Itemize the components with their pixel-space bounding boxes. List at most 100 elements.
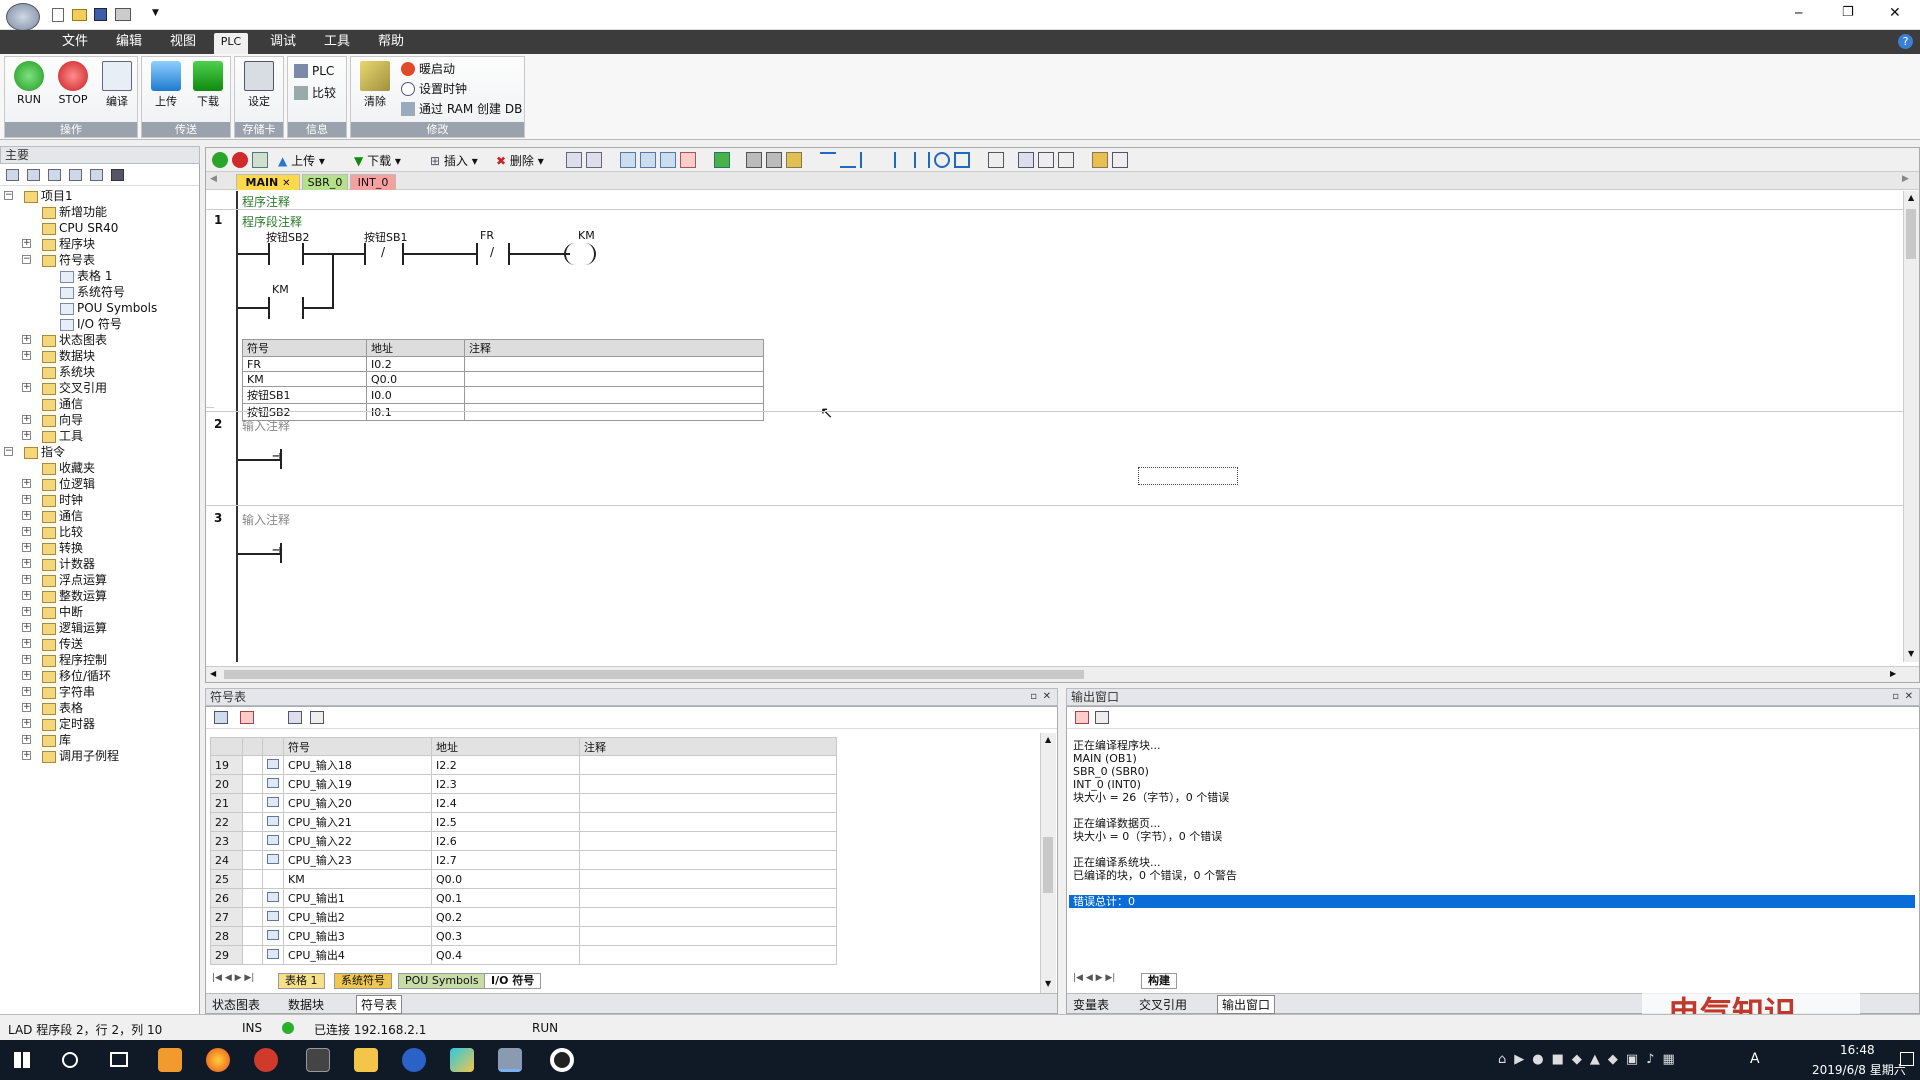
comment-cell[interactable]	[579, 850, 837, 870]
output-line-selected[interactable]: 错误总计：0	[1069, 895, 1915, 908]
tree-tool-icon[interactable]	[90, 169, 103, 181]
expand-icon[interactable]: +	[22, 527, 31, 536]
protect-icon[interactable]	[766, 152, 782, 168]
new-file-icon[interactable]	[52, 8, 64, 22]
app-logo-icon[interactable]	[6, 3, 40, 31]
tree-item[interactable]: + 计数器	[0, 556, 95, 572]
expand-icon[interactable]: +	[22, 415, 31, 424]
address-cell[interactable]: Q0.0	[431, 869, 580, 889]
insert-button[interactable]: ⊞ 插入 ▾	[430, 152, 478, 169]
icon-cell[interactable]	[262, 755, 284, 775]
symbol-cell[interactable]: KM	[283, 869, 432, 889]
icon-cell[interactable]	[242, 774, 263, 794]
icon-cell[interactable]	[242, 850, 263, 870]
symbol-cell[interactable]: CPU_输出2	[283, 907, 432, 927]
upload-button[interactable]: ▲ 上传 ▾	[278, 152, 325, 169]
tree-item[interactable]: + 转换	[0, 540, 83, 556]
tree-item[interactable]: + 整数运算	[0, 588, 107, 604]
plc-info-button[interactable]: PLC	[294, 61, 334, 81]
address-cell[interactable]: I2.6	[431, 831, 580, 851]
expand-icon[interactable]: +	[22, 671, 31, 680]
box-icon[interactable]	[988, 152, 1004, 168]
address-cell[interactable]: I2.2	[431, 755, 580, 775]
panel-pin-icon[interactable]: ▫	[1030, 689, 1037, 705]
editor-horizontal-scrollbar[interactable]: ◀ ▶	[206, 666, 1919, 682]
taskbar-app-icon[interactable]	[158, 1048, 182, 1072]
download-button[interactable]: ▼ 下载 ▾	[354, 152, 401, 169]
bookmark-icon[interactable]	[620, 152, 636, 168]
tree-item[interactable]: + 浮点运算	[0, 572, 107, 588]
tree-item[interactable]: + 移位/循环	[0, 668, 111, 684]
coil-km[interactable]	[564, 243, 596, 265]
expand-icon[interactable]: +	[22, 479, 31, 488]
scroll-thumb[interactable]	[224, 670, 1084, 679]
bookmark-icon[interactable]	[680, 152, 696, 168]
address-cell[interactable]: I2.4	[431, 793, 580, 813]
icon-cell[interactable]	[242, 888, 263, 908]
output-line[interactable]: 正在编译系统块...	[1073, 856, 1161, 869]
comment-cell[interactable]	[579, 831, 837, 851]
tab-main[interactable]: MAIN ✕	[236, 174, 300, 190]
expand-icon[interactable]: +	[22, 639, 31, 648]
line-icon[interactable]	[880, 152, 896, 168]
icon-cell[interactable]	[262, 907, 284, 927]
step7-active-icon[interactable]	[498, 1048, 522, 1072]
clock-time[interactable]: 16:48	[1840, 1043, 1875, 1057]
line-icon[interactable]	[820, 152, 836, 168]
icon-cell[interactable]	[262, 850, 284, 870]
tree-item[interactable]: + 逻辑运算	[0, 620, 107, 636]
delete-button[interactable]: ✖ 删除 ▾	[496, 152, 544, 169]
symbol-cell[interactable]: CPU_输入20	[283, 793, 432, 813]
table-row[interactable]: 29 CPU_输出4 Q0.4	[210, 945, 837, 965]
program-comment[interactable]: 程序注释	[242, 193, 290, 210]
expand-icon[interactable]: +	[22, 591, 31, 600]
scroll-up-icon[interactable]: ▲	[1908, 193, 1914, 202]
warm-start-button[interactable]: 暖启动	[401, 59, 455, 79]
collapse-icon[interactable]: −	[22, 255, 31, 264]
scroll-thumb[interactable]	[1906, 209, 1916, 259]
output-tab-build[interactable]: 构建	[1141, 973, 1177, 989]
comment-cell[interactable]	[579, 945, 837, 965]
tree-tool-icon[interactable]	[6, 169, 19, 181]
scroll-left-icon[interactable]: ◀	[210, 669, 216, 678]
tab-int0[interactable]: INT_0	[350, 174, 396, 190]
symbol-cell[interactable]: CPU_输出1	[283, 888, 432, 908]
file-explorer-icon[interactable]	[354, 1048, 378, 1072]
tree-tool-icon[interactable]	[48, 169, 61, 181]
table-row[interactable]: 25 KM Q0.0	[210, 869, 837, 889]
media-player-icon[interactable]	[450, 1048, 474, 1072]
table-icon[interactable]	[288, 711, 302, 724]
stop-icon[interactable]	[232, 152, 248, 168]
tree-item[interactable]: 通信	[0, 396, 83, 412]
scroll-thumb[interactable]	[1043, 837, 1053, 893]
symbol-cell[interactable]: CPU_输出4	[283, 945, 432, 965]
expand-icon[interactable]: +	[22, 239, 31, 248]
symbol-cell[interactable]: CPU_输入21	[283, 812, 432, 832]
tree-item[interactable]: + 时钟	[0, 492, 83, 508]
go-icon[interactable]	[714, 152, 730, 168]
icon-cell[interactable]	[262, 869, 284, 889]
tree-item[interactable]: + 调用子例程	[0, 748, 119, 764]
output-line[interactable]: SBR_0 (SBR0)	[1073, 765, 1149, 778]
icon-cell[interactable]	[262, 945, 284, 965]
compile-button[interactable]: 编译	[97, 61, 137, 113]
tab-scroll-right-icon[interactable]: ▶	[1902, 174, 1909, 184]
network-comment[interactable]: 程序段注释	[242, 213, 302, 230]
icon-cell[interactable]	[262, 793, 284, 813]
tree-item[interactable]: 表格 1	[0, 268, 112, 284]
contact-nc-sb1[interactable]	[364, 243, 366, 265]
menu-view[interactable]: 视图	[166, 33, 200, 51]
menu-tools[interactable]: 工具	[320, 33, 354, 51]
firefox-icon[interactable]	[206, 1048, 230, 1072]
icon-cell[interactable]	[262, 926, 284, 946]
table-icon[interactable]	[310, 711, 324, 724]
expand-icon[interactable]: +	[22, 735, 31, 744]
icon-cell[interactable]	[262, 774, 284, 794]
tree-item[interactable]: + 库	[0, 732, 71, 748]
expand-icon[interactable]: +	[22, 703, 31, 712]
tab-variable-table[interactable]: 变量表	[1073, 996, 1109, 1013]
upload-button[interactable]: 上传	[146, 61, 186, 113]
tree-item[interactable]: − 项目1	[0, 188, 73, 204]
copy-output-icon[interactable]	[1095, 711, 1109, 724]
output-line[interactable]: 正在编译程序块...	[1073, 739, 1161, 752]
